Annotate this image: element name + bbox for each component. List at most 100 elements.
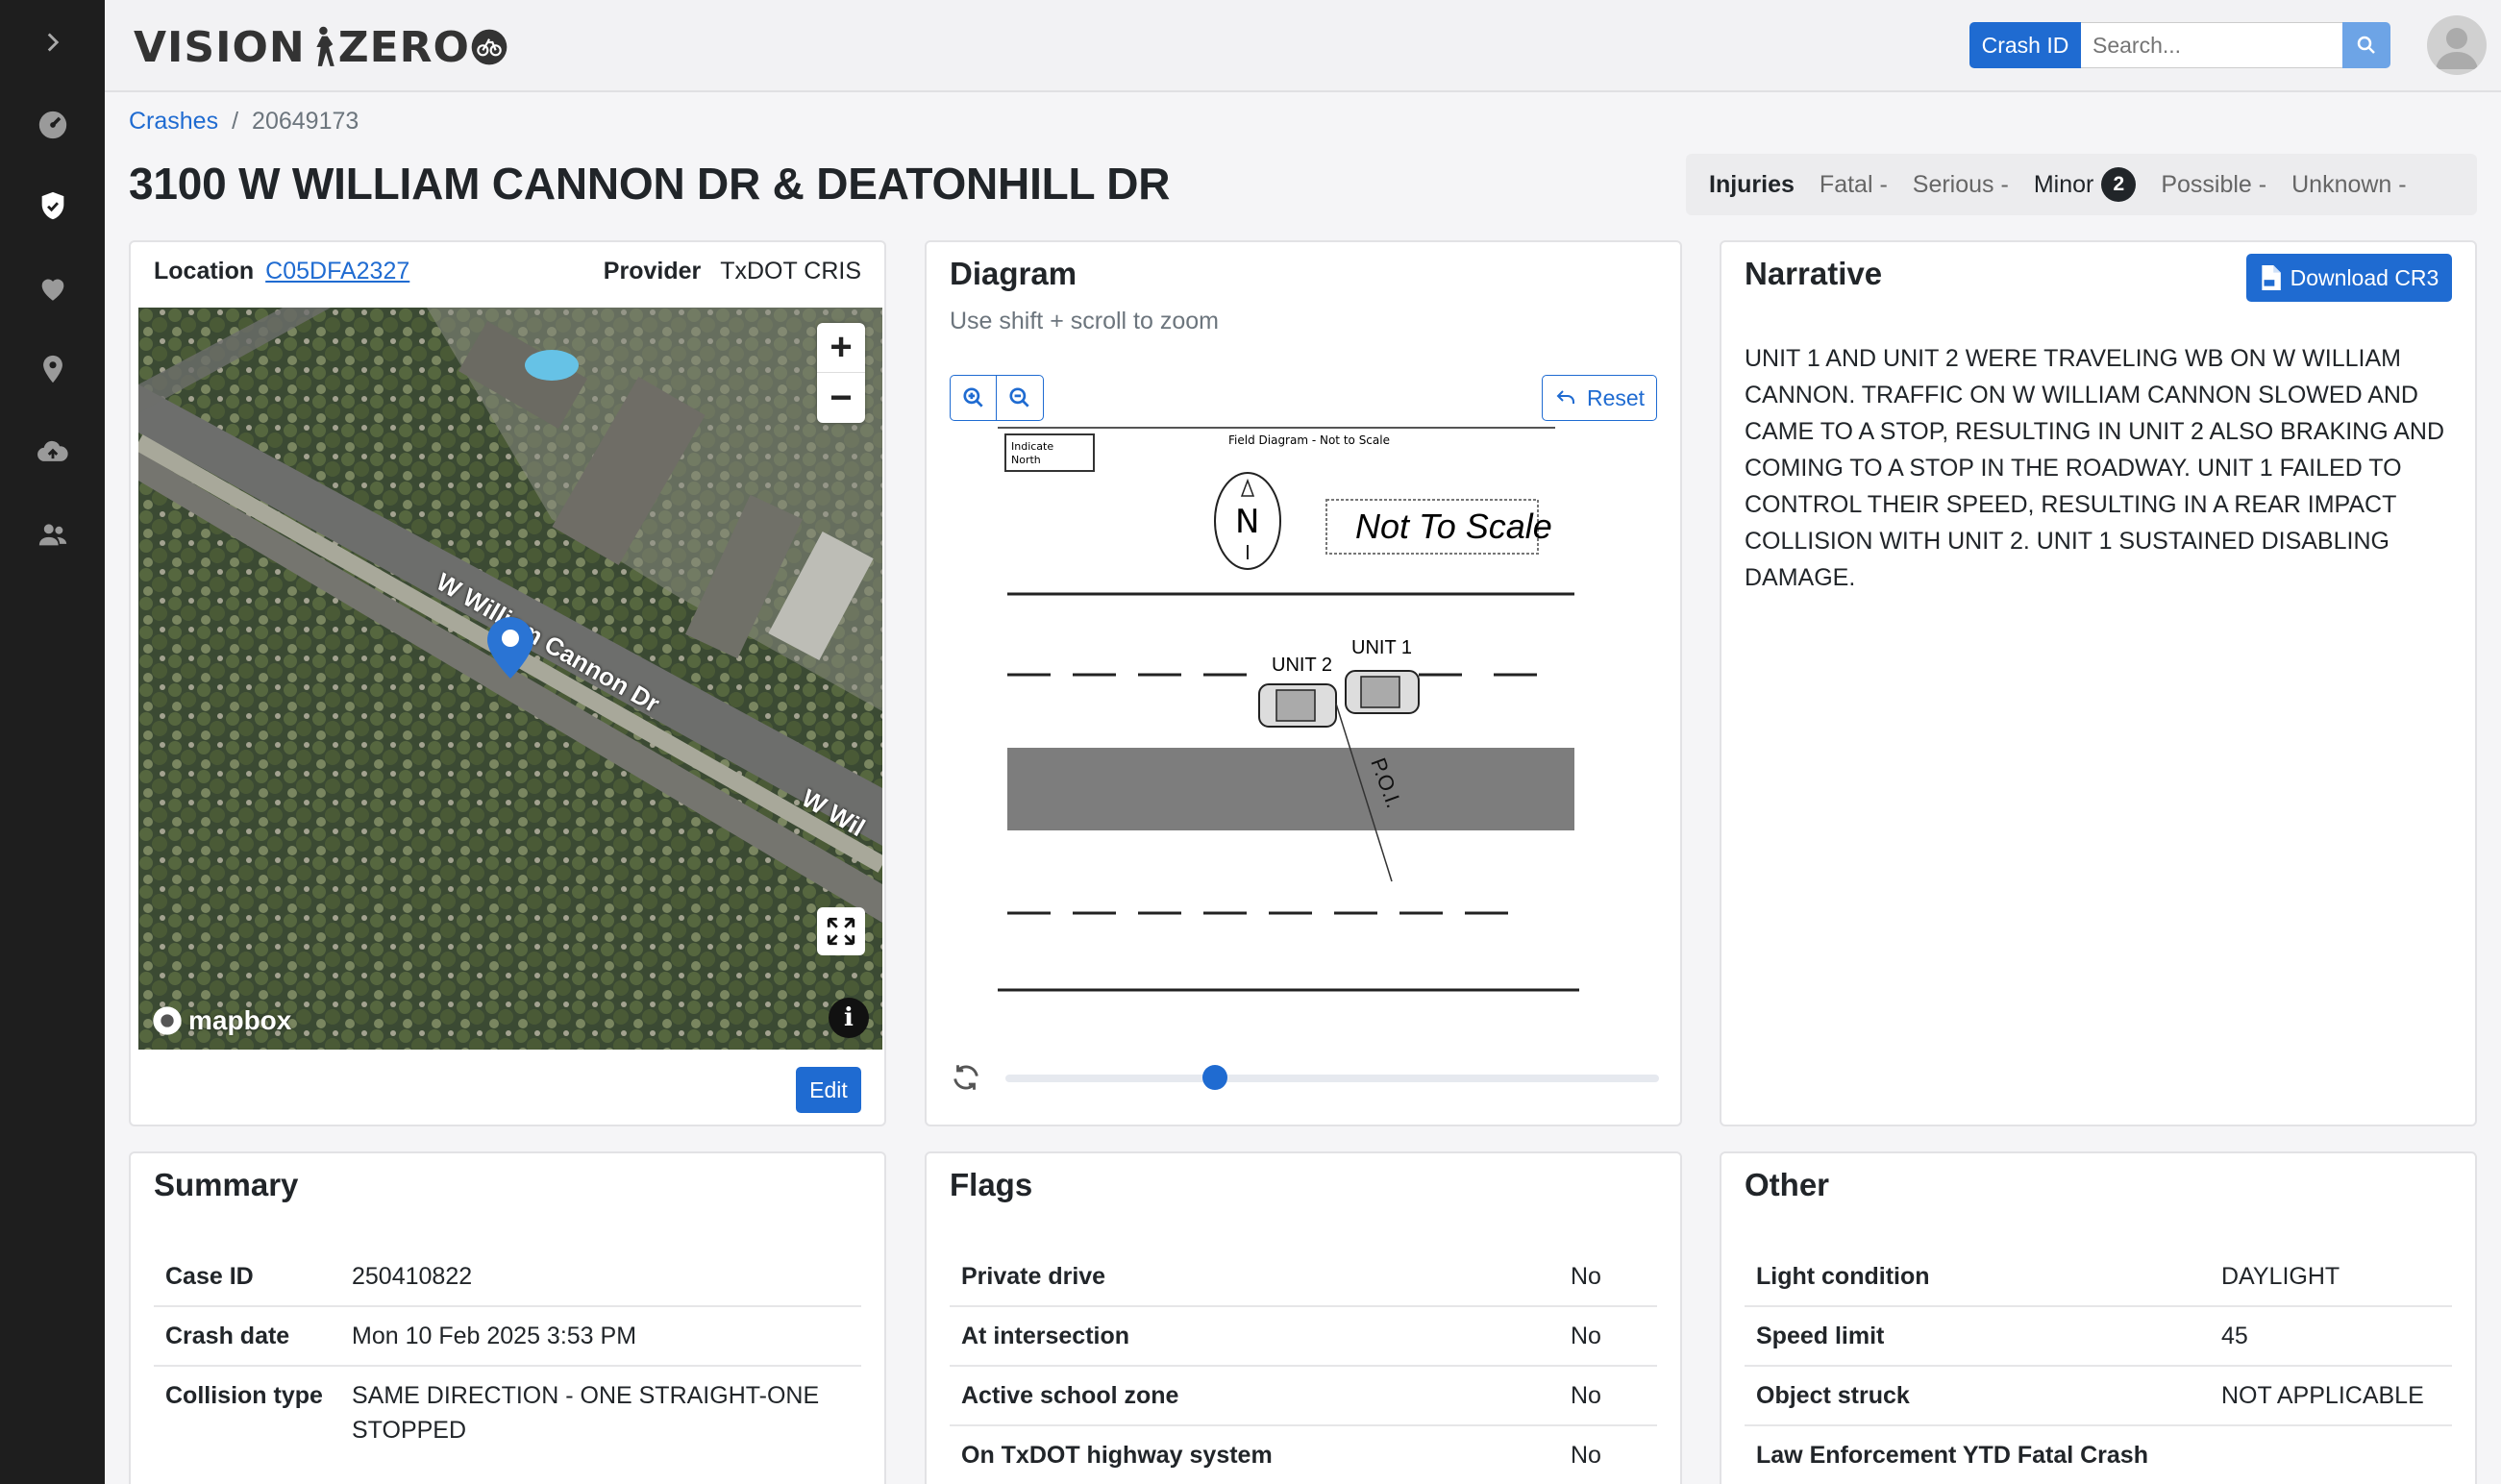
table-row: Private drive No xyxy=(950,1248,1657,1307)
avatar[interactable] xyxy=(2427,15,2487,75)
injuries-possible: Possible - xyxy=(2161,170,2267,198)
other-light-condition-value: DAYLIGHT xyxy=(2221,1263,2340,1290)
other-light-condition-label: Light condition xyxy=(1756,1263,1930,1290)
page-title: 3100 W WILLIAM CANNON DR & DEATONHILL DR xyxy=(129,159,1171,209)
search-input[interactable] xyxy=(2081,22,2342,68)
breadcrumb-current: 20649173 xyxy=(252,108,359,135)
bike-circle-icon xyxy=(471,29,508,65)
flag-private-drive-label: Private drive xyxy=(961,1263,1106,1290)
other-card: Other Light condition DAYLIGHT Speed lim… xyxy=(1720,1151,2477,1484)
download-cr3-button[interactable]: Download CR3 xyxy=(2246,254,2452,302)
fullscreen-icon xyxy=(827,917,855,946)
diagram-hint: Use shift + scroll to zoom xyxy=(950,308,1219,334)
crash-diagram[interactable]: Indicate North Field Diagram - Not to Sc… xyxy=(950,425,1622,1002)
edit-location-button[interactable]: Edit xyxy=(796,1067,861,1113)
flag-private-drive-value: No xyxy=(1571,1263,1601,1290)
map-marker-icon[interactable] xyxy=(486,617,534,679)
flag-txdot-highway-label: On TxDOT highway system xyxy=(961,1442,1273,1469)
diagram-north-text: North xyxy=(1011,454,1041,466)
diagram-rotation-control xyxy=(950,1057,1667,1096)
location-id-link[interactable]: C05DFA2327 xyxy=(265,258,409,285)
logo-text-left: VISION xyxy=(134,22,306,72)
sidebar-item-fatalities[interactable] xyxy=(0,260,105,317)
satellite-imagery xyxy=(138,308,882,1050)
diagram-north-letter: N xyxy=(1235,503,1259,541)
table-row: At intersection No xyxy=(950,1307,1657,1367)
location-header: Location C05DFA2327 xyxy=(154,258,409,285)
unit-2-vehicle xyxy=(1258,683,1337,728)
users-icon xyxy=(38,524,66,546)
rotate-icon[interactable] xyxy=(950,1061,982,1094)
crash-search: Crash ID xyxy=(1969,22,2390,68)
flag-at-intersection-label: At intersection xyxy=(961,1323,1130,1349)
crash-location-map[interactable]: W William Cannon Dr W Wil + − i mapbox xyxy=(138,308,882,1050)
dashboard-icon xyxy=(38,111,66,139)
provider-header: Provider TxDOT CRIS xyxy=(604,258,861,285)
diagram-zoom-in-button[interactable] xyxy=(951,376,997,420)
map-zoom-controls: + − xyxy=(817,323,865,423)
map-fullscreen-button[interactable] xyxy=(817,907,865,955)
sidebar-item-upload[interactable] xyxy=(0,423,105,481)
vision-zero-logo[interactable]: VISION ZERO xyxy=(134,22,508,72)
mapbox-logo[interactable]: mapbox xyxy=(152,1005,291,1036)
injuries-label: Injuries xyxy=(1709,170,1795,198)
table-row: Collision type SAME DIRECTION - ONE STRA… xyxy=(154,1367,861,1459)
injuries-minor-badge: 2 xyxy=(2101,167,2137,202)
other-object-struck-label: Object struck xyxy=(1756,1382,1910,1409)
rotation-slider-track[interactable] xyxy=(1005,1075,1659,1082)
median xyxy=(1007,748,1574,830)
diagram-card: Diagram Use shift + scroll to zoom Reset… xyxy=(925,240,1682,1126)
narrative-card: Narrative Download CR3 UNIT 1 AND UNIT 2… xyxy=(1720,240,2477,1126)
table-row: On TxDOT highway system No xyxy=(950,1426,1657,1484)
sidebar-item-locations[interactable] xyxy=(0,340,105,398)
location-label: Location xyxy=(154,258,255,284)
diagram-reset-button[interactable]: Reset xyxy=(1542,375,1657,421)
provider-value: TxDOT CRIS xyxy=(720,258,861,284)
sidebar-toggle[interactable] xyxy=(0,13,105,71)
sidebar-item-dashboard[interactable] xyxy=(0,96,105,154)
diagram-zoom-controls xyxy=(950,375,1044,421)
undo-icon xyxy=(1556,390,1574,404)
search-button[interactable] xyxy=(2342,22,2390,68)
flag-active-school-zone-label: Active school zone xyxy=(961,1382,1179,1409)
table-row: Case ID 250410822 xyxy=(154,1248,861,1307)
summary-table: Case ID 250410822 Crash date Mon 10 Feb … xyxy=(154,1248,861,1459)
other-title: Other xyxy=(1745,1167,1830,1202)
breadcrumb-crashes-link[interactable]: Crashes xyxy=(129,108,218,136)
top-navbar: VISION ZERO Crash ID xyxy=(105,0,2501,92)
other-speed-limit-value: 45 xyxy=(2221,1323,2248,1349)
table-row: Speed limit 45 xyxy=(1745,1307,2452,1367)
table-row: Active school zone No xyxy=(950,1367,1657,1426)
logo-text-right: ZERO xyxy=(337,22,470,72)
location-card: Location C05DFA2327 Provider TxDOT CRIS xyxy=(129,240,886,1126)
diagram-zoom-out-button[interactable] xyxy=(997,376,1043,420)
rotation-slider-thumb[interactable] xyxy=(1201,1065,1227,1090)
summary-case-id-label: Case ID xyxy=(165,1263,254,1290)
flag-at-intersection-value: No xyxy=(1571,1323,1601,1349)
unit-1-vehicle xyxy=(1345,670,1420,714)
heart-icon xyxy=(41,279,63,301)
injuries-summary: Injuries Fatal - Serious - Minor 2 Possi… xyxy=(1686,154,2477,215)
narrative-title: Narrative xyxy=(1745,256,1883,291)
map-zoom-out-button[interactable]: − xyxy=(817,373,865,423)
provider-label: Provider xyxy=(603,258,702,284)
map-info-button[interactable]: i xyxy=(829,998,869,1038)
reset-label: Reset xyxy=(1586,384,1646,410)
pedestrian-icon xyxy=(316,26,334,66)
breadcrumb-separator: / xyxy=(232,108,239,135)
other-object-struck-value: NOT APPLICABLE xyxy=(2221,1382,2424,1409)
sidebar-item-users[interactable] xyxy=(0,506,105,563)
map-zoom-in-button[interactable]: + xyxy=(817,323,865,373)
table-row: Crash date Mon 10 Feb 2025 3:53 PM xyxy=(154,1307,861,1367)
table-row: Light condition DAYLIGHT xyxy=(1745,1248,2452,1307)
search-type-button[interactable]: Crash ID xyxy=(1969,22,2081,68)
flags-table: Private drive No At intersection No Acti… xyxy=(950,1248,1657,1484)
sidebar-item-crashes[interactable] xyxy=(0,177,105,235)
injuries-serious: Serious - xyxy=(1912,170,2009,198)
other-table: Light condition DAYLIGHT Speed limit 45 … xyxy=(1745,1248,2452,1484)
summary-collision-type-label: Collision type xyxy=(165,1382,323,1409)
flags-card: Flags Private drive No At intersection N… xyxy=(925,1151,1682,1484)
summary-collision-type-value: SAME DIRECTION - ONE STRAIGHT-ONE STOPPE… xyxy=(352,1382,820,1444)
breadcrumb: Crashes / 20649173 xyxy=(129,108,359,136)
user-avatar-icon xyxy=(2436,28,2478,69)
